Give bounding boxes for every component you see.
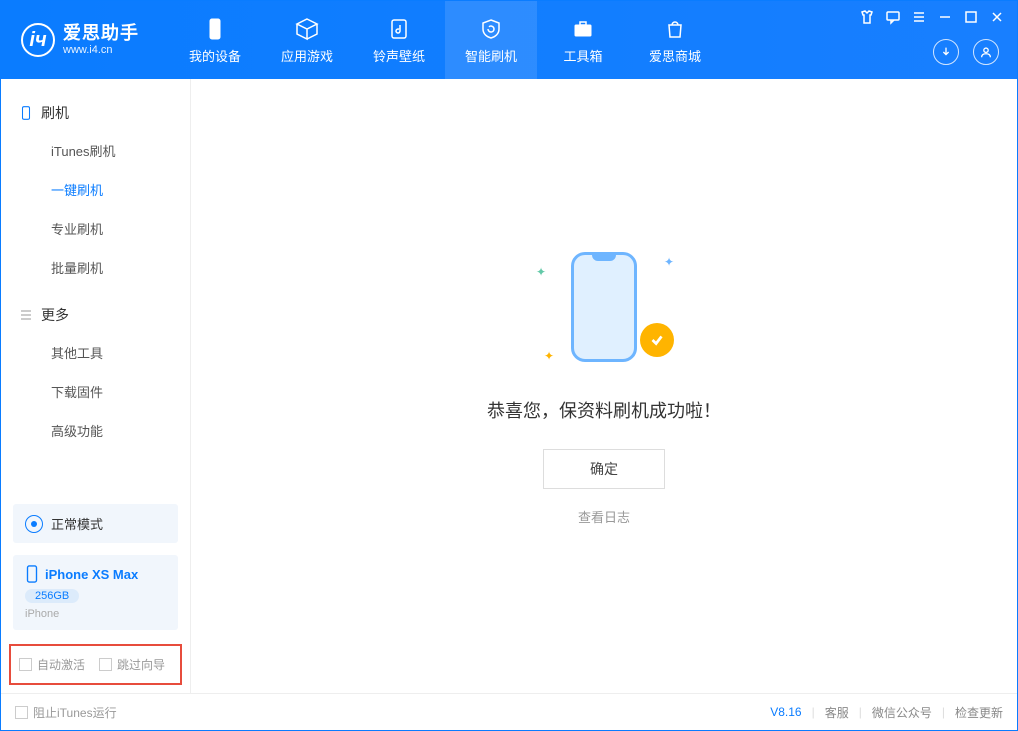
nav-label: 我的设备 <box>189 46 241 65</box>
nav-label: 爱思商城 <box>649 46 701 65</box>
sidebar-item-batch-flash[interactable]: 批量刷机 <box>1 248 190 287</box>
checkmark-badge-icon <box>640 323 674 357</box>
main-nav: 我的设备 应用游戏 铃声壁纸 智能刷机 工具箱 爱思商城 <box>169 1 721 79</box>
refresh-shield-icon <box>478 16 504 42</box>
version-label: V8.16 <box>770 705 801 719</box>
mode-label: 正常模式 <box>51 514 103 533</box>
footer: 阻止iTunes运行 V8.16 | 客服 | 微信公众号 | 检查更新 <box>1 693 1017 730</box>
nav-my-device[interactable]: 我的设备 <box>169 1 261 79</box>
list-icon <box>19 308 33 322</box>
sidebar-head-label: 更多 <box>41 305 69 325</box>
device-name: iPhone XS Max <box>45 567 138 582</box>
nav-label: 铃声壁纸 <box>373 46 425 65</box>
device-type: iPhone <box>25 608 166 620</box>
sidebar-head-more: 更多 <box>1 297 190 333</box>
download-icon[interactable] <box>933 39 959 65</box>
music-icon <box>386 16 412 42</box>
nav-tools[interactable]: 工具箱 <box>537 1 629 79</box>
tshirt-icon[interactable] <box>859 9 875 25</box>
wechat-link[interactable]: 微信公众号 <box>872 704 932 721</box>
checkbox-label: 自动激活 <box>37 656 85 673</box>
nav-label: 智能刷机 <box>465 46 517 65</box>
app-subtitle: www.i4.cn <box>63 44 139 56</box>
phone-icon <box>202 16 228 42</box>
options-box: 自动激活 跳过向导 <box>9 644 182 685</box>
logo-icon: iч <box>21 23 55 57</box>
app-title: 爱思助手 <box>63 24 139 44</box>
user-icon[interactable] <box>973 39 999 65</box>
header-actions <box>933 39 999 65</box>
sidebar-item-other-tools[interactable]: 其他工具 <box>1 333 190 372</box>
sidebar-head-label: 刷机 <box>41 103 69 123</box>
sidebar: 刷机 iTunes刷机 一键刷机 专业刷机 批量刷机 更多 其他工具 下载固件 … <box>1 79 191 693</box>
checkbox-label: 阻止iTunes运行 <box>33 704 117 721</box>
main-content: ✦ ✦ ✦ 恭喜您，保资料刷机成功啦！ 确定 查看日志 <box>191 79 1017 693</box>
checkbox-label: 跳过向导 <box>117 656 165 673</box>
device-small-icon <box>19 106 33 120</box>
mode-icon <box>25 515 43 533</box>
checkbox-auto-activate[interactable]: 自动激活 <box>19 656 85 673</box>
sidebar-item-one-click[interactable]: 一键刷机 <box>1 170 190 209</box>
phone-outline-icon <box>25 565 39 583</box>
phone-graphic <box>571 252 637 362</box>
nav-flash[interactable]: 智能刷机 <box>445 1 537 79</box>
sparkle-icon: ✦ <box>664 255 674 269</box>
check-update-link[interactable]: 检查更新 <box>955 704 1003 721</box>
checkbox-icon <box>99 658 112 671</box>
support-link[interactable]: 客服 <box>825 704 849 721</box>
device-capacity-badge: 256GB <box>25 589 79 603</box>
device-info[interactable]: iPhone XS Max 256GB iPhone <box>13 555 178 630</box>
sidebar-head-flash: 刷机 <box>1 95 190 131</box>
success-illustration: ✦ ✦ ✦ <box>544 247 664 367</box>
checkbox-icon <box>19 658 32 671</box>
app-logo: iч 爱思助手 www.i4.cn <box>21 23 139 57</box>
minimize-button[interactable] <box>937 9 953 25</box>
menu-icon[interactable] <box>911 9 927 25</box>
view-log-link[interactable]: 查看日志 <box>578 507 630 526</box>
cube-icon <box>294 16 320 42</box>
checkbox-block-itunes[interactable]: 阻止iTunes运行 <box>15 704 117 721</box>
device-mode[interactable]: 正常模式 <box>13 504 178 543</box>
checkbox-skip-guide[interactable]: 跳过向导 <box>99 656 165 673</box>
nav-store[interactable]: 爱思商城 <box>629 1 721 79</box>
close-button[interactable] <box>989 9 1005 25</box>
window-controls <box>859 9 1005 25</box>
sidebar-item-pro-flash[interactable]: 专业刷机 <box>1 209 190 248</box>
maximize-button[interactable] <box>963 9 979 25</box>
toolbox-icon <box>570 16 596 42</box>
sparkle-icon: ✦ <box>536 265 546 279</box>
checkbox-icon <box>15 706 28 719</box>
sidebar-item-download-fw[interactable]: 下载固件 <box>1 372 190 411</box>
ok-button[interactable]: 确定 <box>543 449 665 489</box>
sparkle-icon: ✦ <box>544 349 554 363</box>
bag-icon <box>662 16 688 42</box>
nav-label: 应用游戏 <box>281 46 333 65</box>
nav-label: 工具箱 <box>563 46 602 65</box>
nav-media[interactable]: 铃声壁纸 <box>353 1 445 79</box>
sidebar-item-advanced[interactable]: 高级功能 <box>1 411 190 450</box>
feedback-icon[interactable] <box>885 9 901 25</box>
header: iч 爱思助手 www.i4.cn 我的设备 应用游戏 铃声壁纸 智能刷机 工具… <box>1 1 1017 79</box>
sidebar-item-itunes-flash[interactable]: iTunes刷机 <box>1 131 190 170</box>
success-message: 恭喜您，保资料刷机成功啦！ <box>487 397 721 423</box>
nav-apps[interactable]: 应用游戏 <box>261 1 353 79</box>
